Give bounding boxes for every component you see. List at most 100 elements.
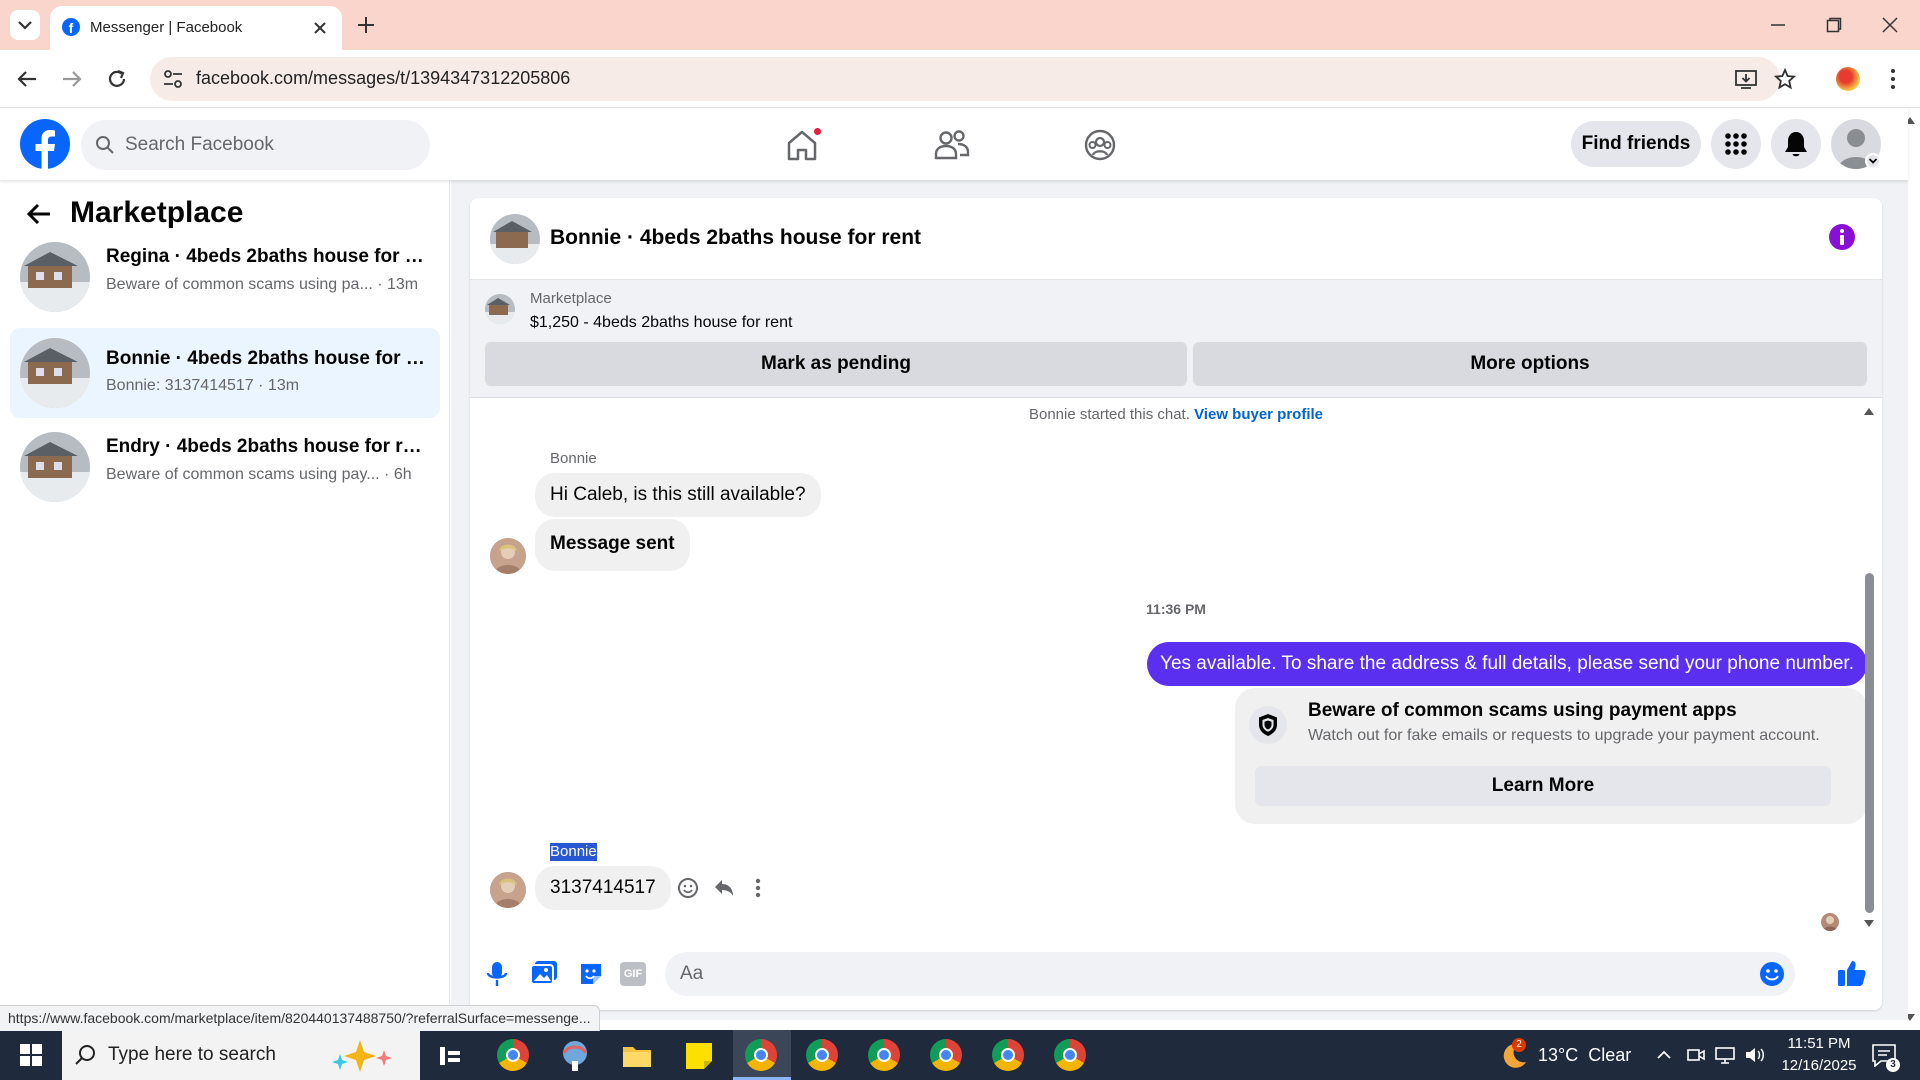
learn-more-button[interactable]: Learn More <box>1255 766 1831 806</box>
conversation-title: Regina · 4beds 2baths house for re... <box>106 246 426 267</box>
message-bubble-incoming[interactable]: Hi Caleb, is this still available? <box>535 473 821 517</box>
groups-icon <box>1084 129 1116 161</box>
find-friends-button[interactable]: Find friends <box>1571 121 1701 167</box>
tab-title: Messenger | Facebook <box>90 19 243 36</box>
browser-tab-active[interactable]: f Messenger | Facebook <box>50 6 342 50</box>
sender-avatar[interactable] <box>490 538 526 574</box>
search-input[interactable]: Search Facebook <box>81 120 430 170</box>
taskbar-chrome-active-icon[interactable] <box>745 1039 779 1073</box>
conversation-item-bonnie[interactable]: Bonnie · 4beds 2baths house for r... Bon… <box>10 328 440 418</box>
chat-title[interactable]: Bonnie · 4beds 2baths house for rent <box>550 226 921 250</box>
clock-time: 11:51 PM <box>1787 1035 1851 1052</box>
more-options-button[interactable]: More options <box>1193 342 1867 386</box>
scam-card-title: Beware of common scams using payment app… <box>1308 700 1737 721</box>
conversation-item-regina[interactable]: Regina · 4beds 2baths house for re... Be… <box>10 230 440 314</box>
meet-now-icon[interactable] <box>1686 1045 1706 1065</box>
volume-icon[interactable] <box>1744 1045 1766 1065</box>
listing-description[interactable]: $1,250 - 4beds 2baths house for rent <box>530 314 792 332</box>
site-info-icon[interactable] <box>162 68 184 90</box>
nav-friends[interactable] <box>920 120 984 170</box>
facebook-logo-icon[interactable] <box>20 119 70 169</box>
conversation-item-endry[interactable]: Endry · 4beds 2baths house for rent Bewa… <box>10 420 440 504</box>
more-actions-icon[interactable] <box>755 878 761 898</box>
sender-name-selected: Bonnie <box>550 843 597 861</box>
tab-search-button[interactable] <box>10 10 40 40</box>
back-arrow-icon[interactable] <box>26 201 52 227</box>
preview-text: Beware of common scams using pa... <box>106 276 373 293</box>
browser-tab-bar: f Messenger | Facebook <box>0 0 1920 50</box>
message-timestamp: 11:36 PM <box>1146 601 1206 617</box>
emoji-icon[interactable] <box>1759 961 1785 987</box>
minimize-window-icon[interactable] <box>1770 17 1786 33</box>
search-highlight-icon <box>332 1040 392 1072</box>
mark-as-pending-label: Mark as pending <box>761 353 911 374</box>
chat-thumbnail[interactable] <box>490 214 540 264</box>
search-placeholder: Search Facebook <box>125 134 274 155</box>
account-chevron[interactable] <box>1865 153 1881 169</box>
nav-groups[interactable] <box>1068 120 1132 170</box>
menu-button[interactable] <box>1711 119 1761 169</box>
preview-text: Beware of common scams using pay... <box>106 466 380 483</box>
sender-avatar[interactable] <box>490 872 526 908</box>
chat-scroll-down-icon[interactable] <box>1863 919 1875 929</box>
taskbar-sticky-notes-icon[interactable] <box>682 1039 716 1073</box>
gif-icon[interactable]: GIF <box>620 962 646 986</box>
install-app-icon[interactable] <box>1734 68 1758 90</box>
info-icon[interactable] <box>1828 223 1856 251</box>
reload-icon[interactable] <box>106 68 128 90</box>
chat-scroll-up-icon[interactable] <box>1863 406 1875 416</box>
sticker-icon[interactable] <box>578 961 604 987</box>
reply-icon[interactable] <box>713 877 735 899</box>
windows-start-icon[interactable] <box>20 1044 42 1066</box>
mark-as-pending-button[interactable]: Mark as pending <box>485 342 1187 386</box>
message-bubble-incoming[interactable]: Message sent <box>535 519 690 571</box>
taskbar-search-box[interactable]: Type here to search <box>62 1030 420 1080</box>
taskbar-file-explorer-icon[interactable] <box>620 1039 654 1073</box>
notifications-button[interactable] <box>1771 119 1821 169</box>
taskbar-chrome-profile-4-icon[interactable] <box>930 1039 964 1073</box>
listing-thumbnail-small[interactable] <box>485 294 515 324</box>
message-text: 3137414517 <box>550 877 656 898</box>
preview-text: Bonnie: 3137414517 <box>106 377 254 394</box>
back-arrow-icon[interactable] <box>16 68 38 90</box>
taskbar-chrome-profile-3-icon[interactable] <box>868 1039 902 1073</box>
chevron-down-icon <box>18 21 32 30</box>
address-bar[interactable]: facebook.com/messages/t/1394347312205806 <box>150 57 1780 101</box>
microphone-icon[interactable] <box>485 960 509 988</box>
scam-warning-card: Beware of common scams using payment app… <box>1235 688 1867 824</box>
more-options-label: More options <box>1470 353 1590 374</box>
restore-window-icon[interactable] <box>1826 17 1842 33</box>
view-buyer-profile-link[interactable]: View buyer profile <box>1194 406 1323 423</box>
thumbs-up-icon[interactable] <box>1837 959 1867 987</box>
taskbar-chrome-u-icon[interactable] <box>497 1039 531 1073</box>
react-emoji-icon[interactable] <box>677 877 699 899</box>
close-window-icon[interactable] <box>1882 17 1898 33</box>
photo-icon[interactable] <box>530 960 558 986</box>
forward-arrow-icon[interactable] <box>61 68 83 90</box>
close-tab-icon[interactable] <box>312 20 328 36</box>
nav-home[interactable] <box>770 120 834 170</box>
message-bubble-outgoing[interactable]: Yes available. To share the address & fu… <box>1147 642 1867 686</box>
profile-avatar-icon[interactable] <box>1836 67 1860 91</box>
message-bubble-incoming[interactable]: 3137414517 <box>535 866 671 910</box>
network-icon[interactable] <box>1714 1045 1736 1065</box>
chevron-up-icon[interactable] <box>1656 1047 1672 1063</box>
chat-scrollbar-thumb[interactable] <box>1865 573 1874 913</box>
sidebar-title: Marketplace <box>70 196 244 229</box>
task-view-icon[interactable] <box>438 1044 462 1068</box>
taskbar-chrome-profile-2-icon[interactable] <box>806 1039 840 1073</box>
bookmark-star-icon[interactable] <box>1774 68 1796 90</box>
weather-text[interactable]: 13°C Clear <box>1538 1045 1631 1066</box>
taskbar-clock[interactable]: 11:51 PM 12/16/2025 <box>1776 1033 1862 1077</box>
taskbar-app-icon[interactable] <box>558 1039 592 1073</box>
link-status-bar: https://www.facebook.com/marketplace/ite… <box>0 1005 600 1031</box>
new-tab-icon[interactable] <box>356 15 376 35</box>
taskbar-chrome-profile-6-icon[interactable] <box>1054 1039 1088 1073</box>
preview-time: · 13m <box>377 276 419 293</box>
message-input-placeholder: Aa <box>680 963 704 984</box>
browser-menu-icon[interactable] <box>1890 68 1896 90</box>
taskbar-chrome-profile-5-icon[interactable] <box>992 1039 1026 1073</box>
message-input[interactable]: Aa <box>665 952 1795 996</box>
find-friends-label: Find friends <box>1581 133 1691 154</box>
grid-menu-icon <box>1725 133 1747 155</box>
